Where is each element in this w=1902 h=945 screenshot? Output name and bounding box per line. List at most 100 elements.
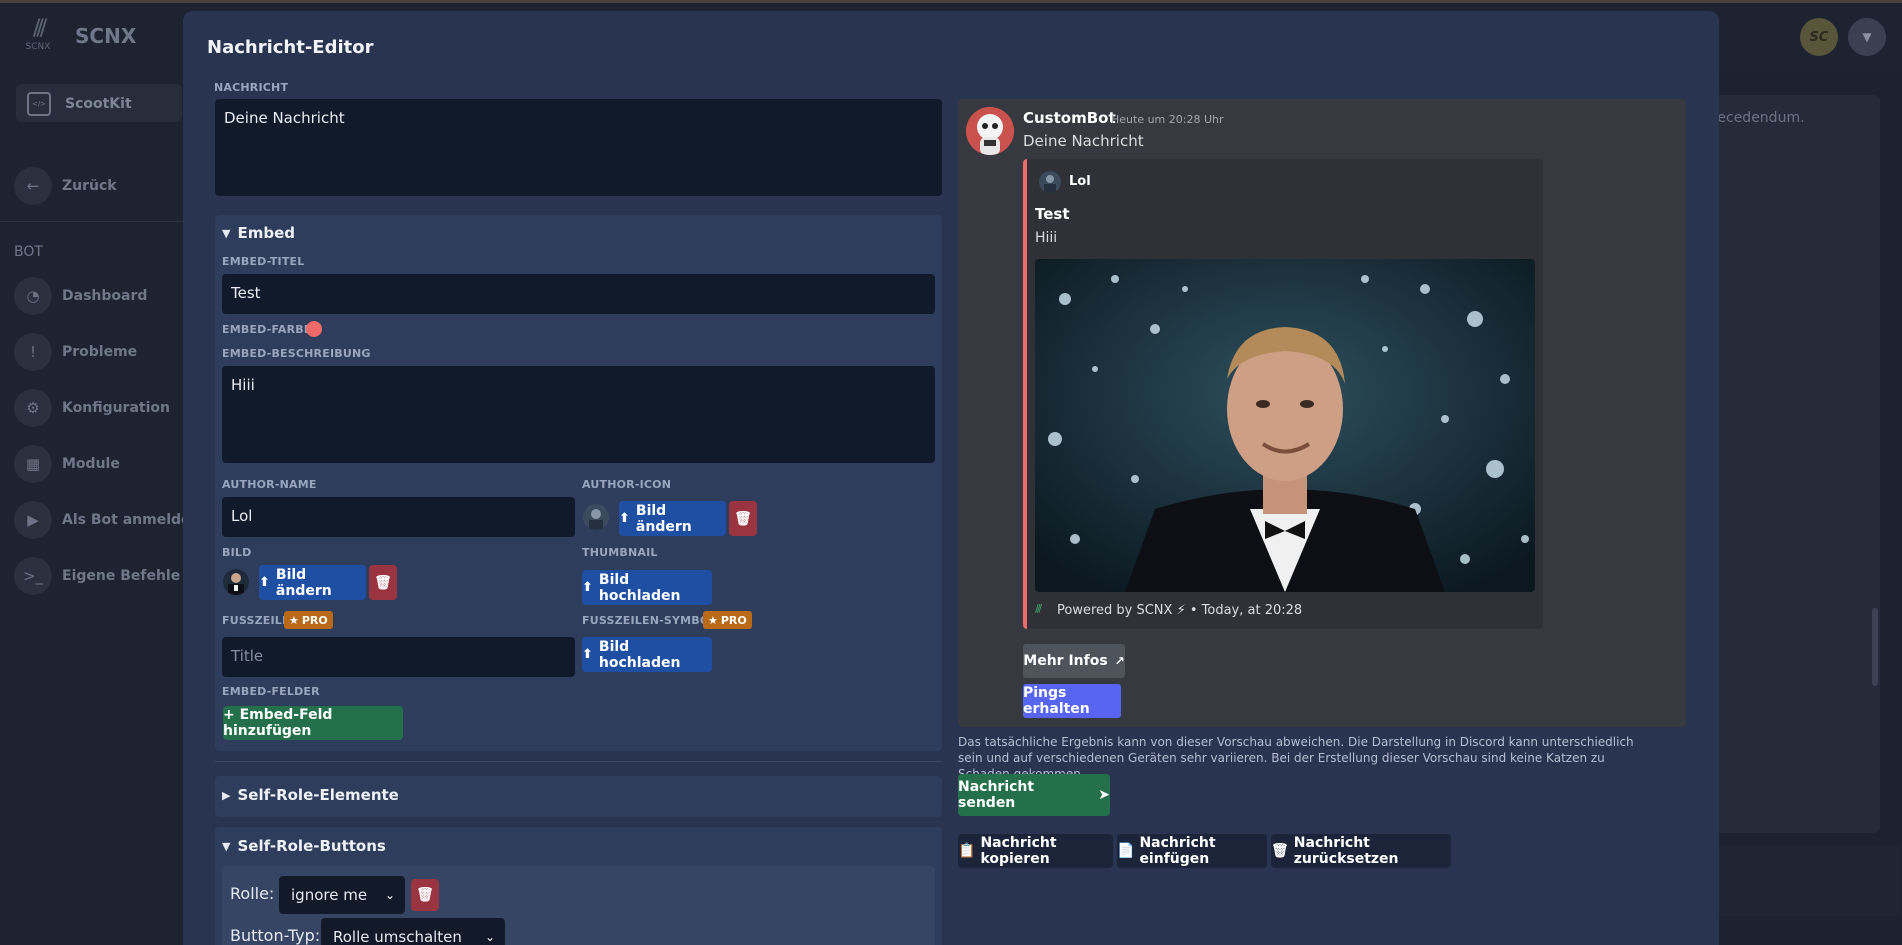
footer-label: FUSSZEILE: [222, 614, 290, 627]
send-message-button[interactable]: Nachricht senden ➤: [958, 774, 1110, 816]
embed-color-picker[interactable]: [306, 321, 322, 337]
image-thumbnail: [223, 569, 249, 595]
self-role-elements-label: Self-Role-Elemente: [237, 786, 399, 804]
sidebar-back[interactable]: ← Zurück: [14, 167, 117, 205]
change-image-label: Bild ändern: [275, 566, 332, 599]
embed-fields-label: EMBED-FELDER: [222, 685, 320, 698]
author-name-label: AUTHOR-NAME: [222, 478, 317, 491]
sidebar-item-label: Module: [62, 456, 120, 472]
embed-toggle[interactable]: ▼ Embed: [222, 224, 295, 242]
copy-label: Nachricht kopieren: [980, 835, 1057, 867]
more-info-link-button[interactable]: Mehr Infos ↗: [1023, 644, 1125, 678]
upload-image-label: Bild hochladen: [598, 638, 681, 671]
embed-description-textarea[interactable]: Hiii: [222, 366, 935, 463]
trash-icon: 🗑: [416, 887, 434, 903]
embed-author-icon: [1039, 171, 1061, 193]
sidebar-divider: [0, 221, 183, 222]
embed-author-name: Lol: [1069, 174, 1091, 189]
background-scrollbar[interactable]: [1872, 608, 1878, 686]
external-link-icon: ↗: [1114, 654, 1125, 668]
trash-icon: 🗑: [374, 574, 392, 591]
preview-message-text: Deine Nachricht: [1023, 132, 1144, 150]
footer-icon-upload-button[interactable]: ⬆ Bild hochladen: [582, 637, 712, 672]
logo-text: SCNX: [25, 42, 51, 52]
thumbnail-upload-button[interactable]: ⬆ Bild hochladen: [582, 570, 712, 605]
bot-avatar: [966, 107, 1014, 155]
star-icon: ★: [289, 613, 299, 627]
role-delete-button[interactable]: 🗑: [411, 879, 439, 911]
chevron-down-icon: ⌄: [484, 930, 495, 944]
message-label: NACHRICHT: [214, 81, 289, 94]
embed-description-label: EMBED-BESCHREIBUNG: [222, 347, 371, 360]
embed-title-input[interactable]: Test: [222, 274, 935, 314]
sidebar-item-label: Dashboard: [62, 288, 148, 304]
user-menu-chevron-icon[interactable]: ▼: [1848, 18, 1886, 56]
sidebar-item-probleme[interactable]: ! Probleme: [14, 333, 137, 371]
sidebar-item-label: Als Bot anmelden: [62, 512, 201, 528]
alert-icon: !: [14, 333, 52, 371]
author-icon-thumbnail: [583, 504, 609, 530]
change-image-label: Bild ändern: [635, 502, 692, 535]
embed-description: Hiii: [1035, 230, 1058, 246]
upload-icon: ⬆: [582, 580, 593, 595]
scnx-logo[interactable]: /// SCNX: [20, 16, 56, 56]
copy-message-button[interactable]: 📋 Nachricht kopieren: [958, 834, 1113, 868]
author-icon-delete-button[interactable]: 🗑: [729, 501, 757, 536]
modal-title: Nachricht-Editor: [207, 37, 374, 58]
star-icon: ★: [708, 613, 718, 627]
footer-icon-label: FUSSZEILEN-SYMBOL: [582, 614, 717, 627]
add-embed-field-button[interactable]: + Embed-Feld hinzufügen: [223, 706, 403, 740]
paste-message-button[interactable]: 📄 Nachricht einfügen: [1117, 834, 1267, 868]
sidebar-item-label: Probleme: [62, 344, 138, 360]
reset-message-button[interactable]: 🗑 Nachricht zurücksetzen: [1271, 834, 1451, 868]
footer-input[interactable]: Title: [222, 637, 575, 677]
reset-label: Nachricht zurücksetzen: [1293, 835, 1399, 867]
message-textarea[interactable]: Deine Nachricht: [215, 99, 942, 196]
brand-name: SCNX: [75, 24, 137, 48]
terminal-icon: >_: [14, 557, 52, 595]
sidebar-item-als-bot-anmelden[interactable]: ▶ Als Bot anmelden: [14, 501, 200, 539]
paper-plane-icon: ➤: [1098, 787, 1110, 803]
author-icon-change-button[interactable]: ⬆ Bild ändern: [619, 501, 726, 536]
sidebar-item-dashboard[interactable]: ◔ Dashboard: [14, 277, 147, 315]
author-icon-label: AUTHOR-ICON: [582, 478, 672, 491]
embed-title-label: EMBED-TITEL: [222, 255, 305, 268]
calendar-icon: ▦: [14, 445, 52, 483]
embed-footer-text: Powered by SCNX ⚡ • Today, at 20:28: [1057, 602, 1303, 618]
button-type-label: Button-Typ:: [230, 926, 321, 945]
author-name-input[interactable]: Lol: [222, 497, 575, 537]
embed-summary-label: Embed: [237, 224, 295, 242]
sidebar-item-konfiguration[interactable]: ⚙ Konfiguration: [14, 389, 170, 427]
gauge-icon: ◔: [14, 277, 52, 315]
embed-title: Test: [1035, 205, 1070, 223]
sidebar-item-eigene-befehle[interactable]: >_ Eigene Befehle: [14, 557, 180, 595]
self-role-elements-toggle[interactable]: ▶ Self-Role-Elemente: [222, 786, 399, 804]
image-change-button[interactable]: ⬆ Bild ändern: [259, 565, 366, 600]
role-select[interactable]: ignore me ⌄: [279, 876, 405, 914]
upload-icon: ⬆: [582, 647, 593, 662]
thumbnail-label: THUMBNAIL: [582, 546, 658, 559]
server-icon: </>: [27, 92, 51, 116]
gears-icon: ⚙: [14, 389, 52, 427]
server-name: ScootKit: [65, 96, 132, 112]
triangle-down-icon: ▼: [222, 226, 231, 240]
self-role-buttons-label: Self-Role-Buttons: [237, 837, 386, 855]
section-divider: [215, 761, 942, 762]
message-editor-modal: Nachricht-Editor NACHRICHT Deine Nachric…: [183, 11, 1719, 945]
pings-button[interactable]: Pings erhalten: [1023, 684, 1121, 718]
button-type-select[interactable]: Rolle umschalten ⌄: [321, 918, 505, 945]
user-avatar[interactable]: SC: [1800, 18, 1838, 56]
paste-label: Nachricht einfügen: [1139, 835, 1216, 867]
paste-icon: 📄: [1117, 843, 1135, 859]
send-label: Nachricht senden: [958, 779, 1035, 811]
sidebar-back-label: Zurück: [62, 178, 117, 194]
upload-icon: ⬆: [619, 511, 630, 526]
image-label: BILD: [222, 546, 252, 559]
pro-label: PRO: [301, 613, 328, 627]
pro-label: PRO: [720, 613, 747, 627]
image-delete-button[interactable]: 🗑: [369, 565, 397, 600]
button-type-select-value: Rolle umschalten: [333, 928, 462, 945]
more-info-label: Mehr Infos: [1023, 653, 1108, 669]
sidebar-item-module[interactable]: ▦ Module: [14, 445, 120, 483]
self-role-buttons-toggle[interactable]: ▼ Self-Role-Buttons: [222, 837, 386, 855]
